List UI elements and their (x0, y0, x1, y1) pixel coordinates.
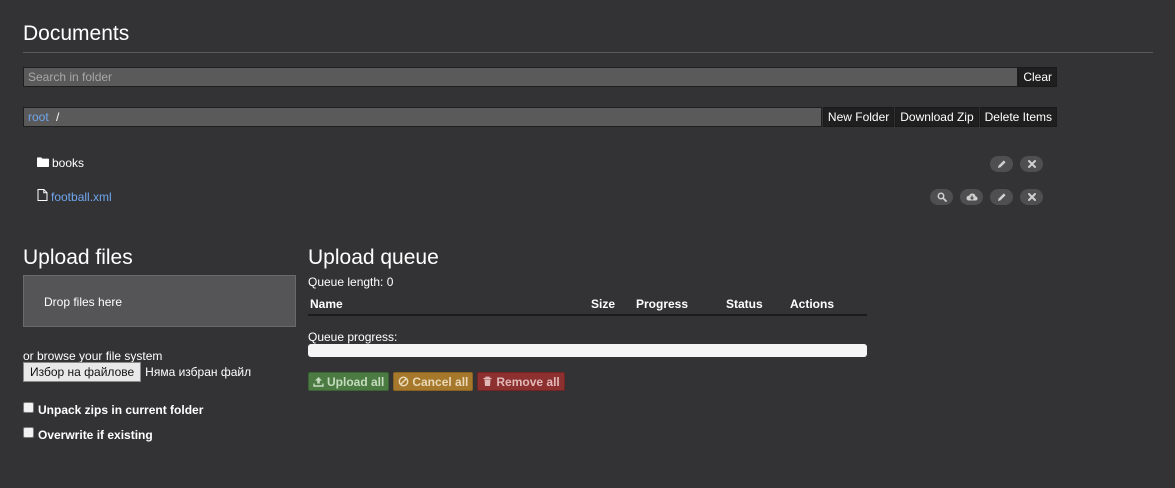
search-bar: Clear (23, 67, 1057, 87)
folder-name-books[interactable]: books (52, 156, 84, 170)
choose-files-button[interactable]: Избор на файлове (23, 362, 142, 382)
breadcrumb-root-link[interactable]: root (28, 110, 49, 124)
preview-icon[interactable] (930, 189, 953, 205)
breadcrumb-bar: root / New Folder Download Zip Delete It… (23, 107, 1057, 127)
overwrite-checkbox[interactable] (23, 426, 34, 438)
drop-zone[interactable]: Drop files here (23, 275, 296, 327)
overwrite-label: Overwrite if existing (38, 428, 153, 442)
file-chooser: Избор на файлове Няма избран файл (23, 362, 251, 382)
download-icon[interactable] (960, 189, 983, 205)
unpack-label: Unpack zips in current folder (38, 403, 204, 417)
queue-length: Queue length: 0 (308, 275, 394, 289)
column-header-progress: Progress (636, 297, 689, 311)
overwrite-option: Overwrite if existing (23, 426, 153, 442)
breadcrumb: root / (23, 107, 822, 127)
queue-progress-bar (308, 344, 867, 357)
new-folder-button[interactable]: New Folder (822, 107, 895, 127)
edit-icon[interactable] (990, 189, 1013, 205)
page-title: Documents (23, 22, 130, 45)
folder-icon (37, 156, 49, 170)
column-header-name: Name (310, 297, 343, 311)
download-zip-button[interactable]: Download Zip (895, 107, 979, 127)
ban-icon (398, 376, 409, 387)
browse-label: or browse your file system (23, 349, 163, 363)
cancel-all-button[interactable]: Cancel all (393, 372, 474, 391)
edit-icon[interactable] (990, 156, 1013, 172)
cancel-all-label: Cancel all (412, 374, 469, 389)
queue-table-header: Name Size Progress Status Actions (308, 297, 867, 316)
unpack-option: Unpack zips in current folder (23, 401, 204, 417)
remove-all-label: Remove all (496, 374, 560, 389)
upload-files-title: Upload files (23, 246, 133, 269)
list-item: football.xml (37, 189, 1047, 207)
title-divider (23, 52, 1153, 53)
row-actions (990, 156, 1043, 172)
file-link-football-xml[interactable]: football.xml (51, 190, 112, 204)
delete-icon[interactable] (1020, 156, 1043, 172)
column-header-size: Size (591, 297, 616, 311)
clear-button[interactable]: Clear (1018, 67, 1057, 87)
row-actions (930, 189, 1043, 205)
no-file-chosen-label: Няма избран файл (145, 365, 252, 379)
column-header-actions: Actions (790, 297, 835, 311)
breadcrumb-separator: / (56, 110, 60, 124)
drop-zone-label: Drop files here (44, 295, 123, 309)
delete-icon[interactable] (1020, 189, 1043, 205)
unpack-checkbox[interactable] (23, 401, 34, 413)
queue-progress-label: Queue progress: (308, 330, 398, 344)
queue-actions: Upload all Cancel all Remove all (308, 372, 565, 391)
file-icon (37, 189, 48, 204)
list-item: books (37, 156, 1047, 174)
upload-icon (313, 377, 324, 387)
upload-all-button[interactable]: Upload all (308, 372, 390, 391)
remove-all-button[interactable]: Remove all (477, 372, 565, 391)
column-header-status: Status (726, 297, 763, 311)
upload-all-label: Upload all (327, 374, 385, 389)
trash-icon (483, 376, 492, 386)
upload-queue-title: Upload queue (308, 246, 439, 269)
delete-items-button[interactable]: Delete Items (979, 107, 1057, 127)
search-input[interactable] (23, 67, 1019, 87)
